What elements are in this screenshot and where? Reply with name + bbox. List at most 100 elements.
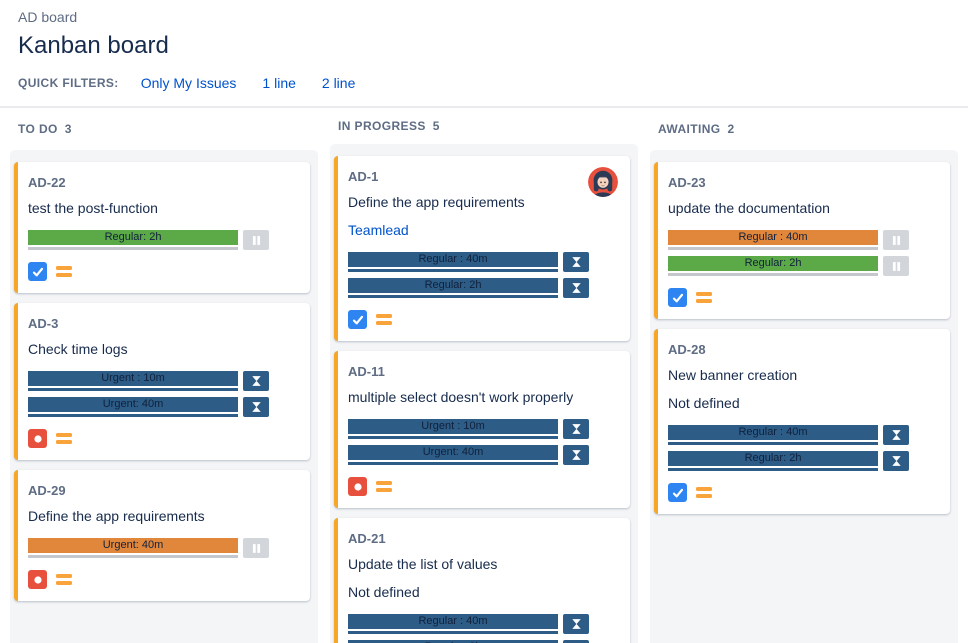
hourglass-icon[interactable] [883,425,909,445]
hourglass-icon[interactable] [883,451,909,471]
time-bar: Urgent: 40m [348,445,558,465]
time-bar-label: Regular : 40m [668,425,878,440]
time-bar-track [348,295,558,298]
card-ad-28[interactable]: AD-28 New banner creation Not defined Regul… [654,329,950,514]
filter-only-my-issues[interactable]: Only My Issues [141,75,237,91]
card-note: Not defined [668,395,938,412]
priority-medium-icon [56,574,72,585]
task-icon [348,310,367,329]
board-header: AD board Kanban board QUICK FILTERS: Onl… [0,0,968,108]
pause-icon[interactable] [243,230,269,250]
column-count: 3 [65,122,72,136]
time-bars: Urgent : 10m Urgent: 40m [348,419,618,465]
card-ad-29[interactable]: AD-29Define the app requirementsUrgent: … [14,470,310,601]
card-ad-1[interactable]: AD-1Define the app requirementsTeamleadR… [334,156,630,341]
time-bar-label: Urgent: 40m [28,538,238,553]
column-name: AWAITING [658,122,721,136]
task-icon [668,288,687,307]
hourglass-icon[interactable] [563,419,589,439]
hourglass-icon[interactable] [563,445,589,465]
card-key: AD-1 [348,169,618,184]
card-ad-23[interactable]: AD-23 update the documentation Regular : 4… [654,162,950,319]
time-bars: Regular : 40mRegular: 2h [668,230,938,276]
time-bar: Urgent: 40m [28,397,238,417]
time-bar-row: Urgent: 40m [348,445,618,465]
pause-icon[interactable] [243,538,269,558]
priority-medium-icon [56,266,72,277]
time-bar-row: Regular: 2h [348,278,618,298]
column-name: TO DO [18,122,58,136]
time-bars: Urgent : 10m Urgent: 40m [28,371,298,417]
time-bar-label: Urgent : 10m [28,371,238,386]
card-ad-3[interactable]: AD-3Check time logsUrgent : 10mUrgent: 4… [14,303,310,460]
time-bars: Urgent: 40m [28,538,298,558]
hourglass-icon[interactable] [243,397,269,417]
time-bar-track [348,462,558,465]
column-count: 2 [728,122,735,136]
card-key: AD-28 [668,342,938,357]
time-bar-row: Urgent: 40m [28,397,298,417]
time-bar: Regular: 2h [28,230,238,250]
card-key: AD-23 [668,175,938,190]
time-bar-label: Urgent: 40m [348,445,558,460]
time-bar: Urgent: 40m [28,538,238,558]
priority-medium-icon [56,433,72,444]
filter-2-line[interactable]: 2 line [322,75,355,91]
time-bar: Regular : 40m [668,230,878,250]
time-bar-track [668,468,878,471]
hourglass-icon[interactable] [243,371,269,391]
card-ad-22[interactable]: AD-22test the post-functionRegular: 2h [14,162,310,293]
filter-1-line[interactable]: 1 line [262,75,295,91]
card-ad-21[interactable]: AD-21Update the list of valuesNot define… [334,518,630,643]
time-bar-row: Regular : 40m [348,614,618,634]
pause-icon[interactable] [883,256,909,276]
card-title: New banner creation [668,367,938,384]
priority-medium-icon [376,481,392,492]
time-bar: Regular: 2h [668,451,878,471]
time-bar-track [28,414,238,417]
card-title: update the documentation [668,200,938,217]
task-icon [28,262,47,281]
column-body: AD-22test the post-functionRegular: 2h AD… [10,150,318,643]
time-bar-track [28,388,238,391]
pause-icon[interactable] [883,230,909,250]
time-bars: Regular : 40m Regular: 2h [668,425,938,471]
time-bar-label: Regular : 40m [348,614,558,629]
time-bar-track [348,269,558,272]
time-bar-label: Regular : 40m [348,252,558,267]
hourglass-icon[interactable] [563,278,589,298]
time-bar-row: Urgent : 10m [348,419,618,439]
time-bar-row: Regular : 40m [668,425,938,445]
time-bar-track [348,631,558,634]
bug-icon [348,477,367,496]
time-bar-row: Regular : 40m [668,230,938,250]
time-bar-row: Urgent: 40m [28,538,298,558]
board-column-in-progress: IN PROGRESS 5 AD-1Define the app requireme… [330,108,638,643]
priority-medium-icon [376,314,392,325]
time-bars: Regular : 40m Regular: 2h [348,252,618,298]
bug-icon [28,429,47,448]
board-column-to-do: TO DO 3 AD-22test the post-functionRegular… [10,108,318,643]
time-bar-track [28,247,238,250]
time-bar: Regular: 2h [348,278,558,298]
card-assignee-link[interactable]: Teamlead [348,222,618,239]
card-footer [348,310,618,329]
kanban-board: TO DO 3 AD-22test the post-functionRegular… [0,108,968,643]
column-count: 5 [433,119,440,133]
card-ad-11[interactable]: AD-11multiple select doesn't work proper… [334,351,630,508]
hourglass-icon[interactable] [563,252,589,272]
quick-filters-label: QUICK FILTERS: [18,76,119,90]
hourglass-icon[interactable] [563,614,589,634]
breadcrumb[interactable]: AD board [18,9,950,25]
time-bars: Regular : 40mRegular: 2h [348,614,618,643]
time-bar-label: Regular: 2h [668,451,878,466]
column-header: IN PROGRESS 5 [330,108,638,144]
time-bar: Urgent : 10m [348,419,558,439]
column-name: IN PROGRESS [338,119,426,133]
time-bar: Regular : 40m [348,252,558,272]
task-icon [668,483,687,502]
card-title: Check time logs [28,341,298,358]
assignee-avatar[interactable] [588,167,618,197]
card-key: AD-11 [348,364,618,379]
time-bar-row: Regular : 40m [348,252,618,272]
